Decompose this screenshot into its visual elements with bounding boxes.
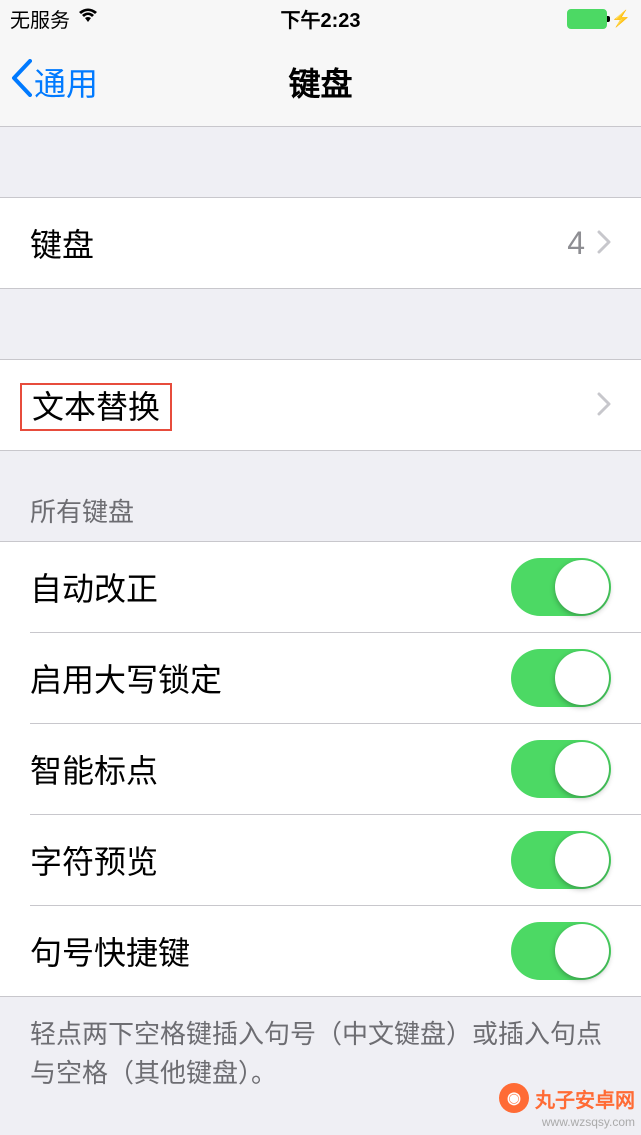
charging-icon: ⚡ bbox=[611, 9, 631, 29]
toggle-group: 自动改正 启用大写锁定 智能标点 字符预览 句号快捷键 bbox=[0, 541, 641, 997]
watermark-text: 丸子安卓网 bbox=[535, 1084, 635, 1113]
toggle-label: 智能标点 bbox=[30, 746, 511, 792]
switch-smart-punctuation[interactable] bbox=[511, 740, 611, 798]
toggle-label: 自动改正 bbox=[30, 564, 511, 610]
cell-label: 文本替换 bbox=[32, 389, 160, 425]
text-replacement-cell[interactable]: 文本替换 bbox=[0, 360, 641, 450]
battery-icon bbox=[567, 9, 607, 29]
back-label: 通用 bbox=[34, 59, 98, 105]
toggle-label: 启用大写锁定 bbox=[30, 655, 511, 701]
page-title: 键盘 bbox=[288, 59, 352, 105]
section-header: 所有键盘 bbox=[0, 492, 164, 541]
switch-caps-lock[interactable] bbox=[511, 649, 611, 707]
carrier-label: 无服务 bbox=[10, 4, 70, 33]
cell-detail: 4 bbox=[567, 225, 585, 262]
toggle-smart-punctuation: 智能标点 bbox=[0, 724, 641, 814]
toggle-label: 字符预览 bbox=[30, 837, 511, 883]
cell-label: 键盘 bbox=[30, 220, 567, 266]
status-time: 下午2:23 bbox=[280, 4, 360, 33]
watermark-icon: ◉ bbox=[499, 1083, 529, 1113]
chevron-right-icon bbox=[597, 387, 611, 424]
toggle-character-preview: 字符预览 bbox=[0, 815, 641, 905]
toggle-label: 句号快捷键 bbox=[30, 928, 511, 974]
switch-auto-correction[interactable] bbox=[511, 558, 611, 616]
toggle-caps-lock: 启用大写锁定 bbox=[0, 633, 641, 723]
highlight-box: 文本替换 bbox=[20, 383, 172, 431]
nav-bar: 通用 键盘 bbox=[0, 37, 641, 127]
switch-character-preview[interactable] bbox=[511, 831, 611, 889]
back-button[interactable]: 通用 bbox=[10, 59, 98, 105]
toggle-period-shortcut: 句号快捷键 bbox=[0, 906, 641, 996]
watermark-url: www.wzsqsy.com bbox=[499, 1115, 635, 1129]
keyboards-cell[interactable]: 键盘 4 bbox=[0, 198, 641, 288]
status-bar: 无服务 下午2:23 ⚡ bbox=[0, 0, 641, 37]
watermark: ◉ 丸子安卓网 www.wzsqsy.com bbox=[499, 1083, 635, 1129]
chevron-left-icon bbox=[10, 59, 32, 104]
toggle-auto-correction: 自动改正 bbox=[0, 542, 641, 632]
chevron-right-icon bbox=[597, 225, 611, 262]
switch-period-shortcut[interactable] bbox=[511, 922, 611, 980]
wifi-icon bbox=[78, 8, 98, 29]
